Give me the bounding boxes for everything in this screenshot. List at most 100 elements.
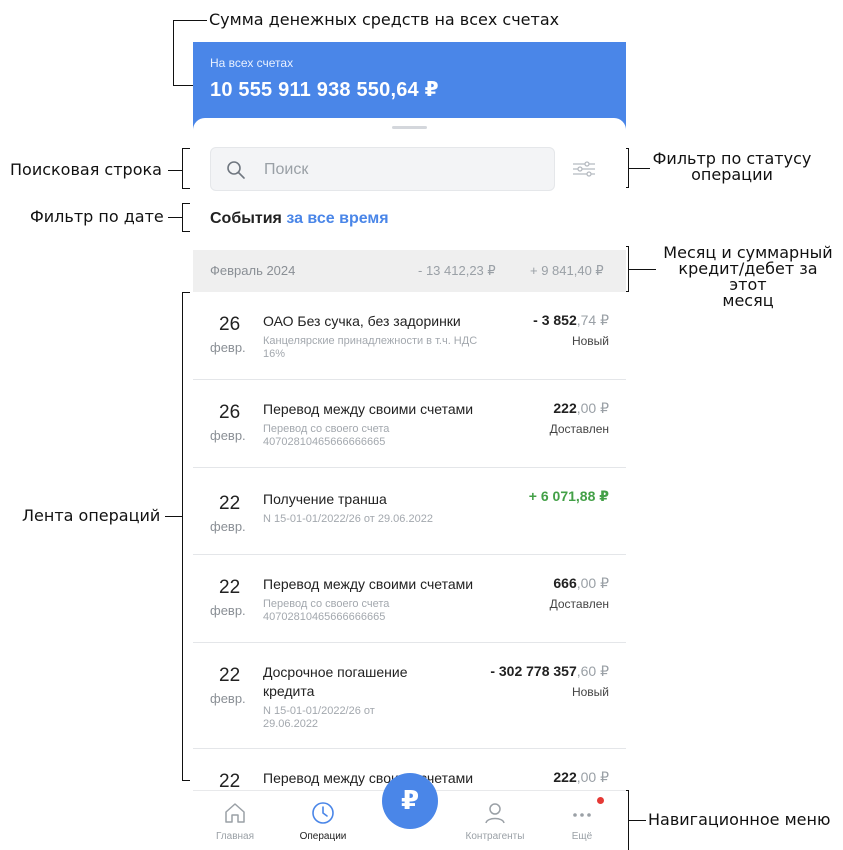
amount-integer: 666 xyxy=(553,575,577,591)
operation-description-line: 40702810465666666665 xyxy=(263,436,386,448)
operation-month: февр. xyxy=(210,519,246,534)
amount-integer: 222 xyxy=(553,400,577,416)
operation-day: 26 xyxy=(219,402,241,423)
operation-amount: 666,00 ₽ xyxy=(553,575,609,592)
operation-day: 22 xyxy=(219,493,241,514)
amount-fraction: ,00 ₽ xyxy=(576,400,609,416)
operation-month: февр. xyxy=(210,603,246,618)
notification-badge xyxy=(597,797,604,804)
operation-row[interactable]: 22 февр. Получение транша N 15-01-01/202… xyxy=(193,468,626,555)
nav-item-operations[interactable]: Операции xyxy=(283,791,363,850)
filter-sliders-icon[interactable] xyxy=(571,158,597,180)
annotation-month-summary-line2: кредит/дебет за этот xyxy=(678,259,818,294)
events-date-filter: События за все время xyxy=(210,210,389,228)
nav-label-more: Ещё xyxy=(571,831,593,842)
annotation-line xyxy=(182,188,190,189)
annotation-line xyxy=(182,148,190,149)
phone-screen: На всех счетах 10 555 911 938 550,64 ₽ П… xyxy=(193,42,626,850)
operation-title-line2: кредита xyxy=(263,683,315,699)
nav-item-contractors[interactable]: Контрагенты xyxy=(455,791,535,850)
operation-title: Досрочное погашение xyxy=(263,664,408,680)
home-icon xyxy=(225,803,245,823)
month-credit-total: + 9 841,40 ₽ xyxy=(530,263,604,278)
annotation-line xyxy=(182,148,183,189)
annotation-line xyxy=(182,203,183,232)
annotation-date-filter: Фильтр по дате xyxy=(30,207,164,226)
operation-description-line: Перевод со своего счета xyxy=(263,598,390,610)
amount-integer: - 3 852 xyxy=(533,312,577,328)
operations-sheet: Поиск События за все время Февраль 2024 … xyxy=(193,118,626,850)
operation-description-line: N 15-01-01/2022/26 от xyxy=(263,705,375,717)
annotation-line xyxy=(168,170,182,171)
amount-integer: - 302 778 357 xyxy=(490,663,577,679)
annotation-month-summary: Месяц и суммарный кредит/дебет за этот м… xyxy=(658,245,838,309)
total-balance-amount: 10 555 911 938 550,64 ₽ xyxy=(210,79,439,101)
annotation-line xyxy=(173,20,174,85)
amount-integer: 222 xyxy=(553,769,577,785)
operation-row[interactable]: 26 февр. Перевод между своими счетами Пе… xyxy=(193,380,626,468)
nav-label-contractors: Контрагенты xyxy=(465,831,525,842)
operation-description-line: 16% xyxy=(263,348,286,360)
operation-amount: + 6 071,88 ₽ xyxy=(528,488,609,504)
annotation-line xyxy=(182,292,183,780)
events-label: События xyxy=(210,210,282,227)
annotation-line xyxy=(173,20,207,21)
annotation-nav-menu: Навигационное меню xyxy=(648,810,831,829)
annotation-total-sum: Сумма денежных средств на всех счетах xyxy=(209,10,560,29)
clock-icon xyxy=(312,802,334,824)
operation-status: Доставлен xyxy=(549,422,609,436)
operation-status: Новый xyxy=(571,334,609,348)
amount-fraction: ,60 ₽ xyxy=(576,663,609,679)
operation-day: 22 xyxy=(219,577,241,598)
nav-item-more[interactable]: Ещё xyxy=(542,791,622,850)
operation-day: 26 xyxy=(219,314,241,335)
date-period-link[interactable]: за все время xyxy=(286,210,388,227)
operation-title: Перевод между своими счетами xyxy=(263,576,474,592)
amount-fraction: ,74 ₽ xyxy=(576,312,609,328)
annotation-line xyxy=(628,820,646,821)
operation-title: Получение транша xyxy=(263,491,387,507)
operation-description-line: 40702810465666666665 xyxy=(263,611,386,623)
operation-amount: 222,00 ₽ xyxy=(553,400,609,417)
operation-description-line: Канцелярские принадлежности в т.ч. НДС xyxy=(263,335,478,347)
operation-amount: - 302 778 357,60 ₽ xyxy=(490,663,609,680)
operation-amount: 222,00 ₽ xyxy=(553,769,609,786)
total-balance-label: На всех счетах xyxy=(210,56,294,70)
search-input[interactable]: Поиск xyxy=(210,147,555,191)
operation-month: февр. xyxy=(210,340,246,355)
annotation-month-summary-line3: месяц xyxy=(722,291,774,310)
operation-month: февр. xyxy=(210,428,246,443)
annotation-line xyxy=(168,217,182,218)
operation-description-line: N 15-01-01/2022/26 от 29.06.2022 xyxy=(263,513,433,525)
operation-description-line: 29.06.2022 xyxy=(263,718,319,730)
annotation-line xyxy=(182,292,190,293)
operation-row[interactable]: 26 февр. ОАО Без сучка, без задоринки Ка… xyxy=(193,292,626,380)
amount-fraction: ,00 ₽ xyxy=(576,769,609,785)
operation-title: Перевод между своими счетами xyxy=(263,401,474,417)
annotation-line xyxy=(628,168,650,169)
operation-row[interactable]: 22 февр. Перевод между своими счетами Пе… xyxy=(193,555,626,643)
payments-fab-button[interactable]: ₽ xyxy=(382,773,438,829)
operation-status: Доставлен xyxy=(549,597,609,611)
annotation-feed: Лента операций xyxy=(22,506,161,525)
search-placeholder: Поиск xyxy=(264,161,309,178)
operation-description-line: Перевод со своего счета xyxy=(263,423,390,435)
operation-status: Новый xyxy=(571,685,609,699)
operation-month: февр. xyxy=(210,691,246,706)
person-icon xyxy=(485,803,505,824)
operation-row[interactable]: 22 февр. Досрочное погашение кредита N 1… xyxy=(193,643,626,749)
annotation-line xyxy=(182,780,190,781)
more-dots-icon xyxy=(573,813,591,817)
sheet-drag-handle[interactable] xyxy=(392,126,427,129)
annotation-line xyxy=(182,203,190,204)
month-debit-total: - 13 412,23 ₽ xyxy=(418,263,496,278)
annotation-line xyxy=(182,231,190,232)
nav-item-home[interactable]: Главная xyxy=(195,791,275,850)
nav-label-home: Главная xyxy=(215,831,255,842)
annotation-search-bar: Поисковая строка xyxy=(10,160,162,179)
annotation-line xyxy=(165,516,182,517)
ruble-icon: ₽ xyxy=(400,785,420,815)
operation-amount: - 3 852,74 ₽ xyxy=(533,312,609,329)
annotation-status-filter-line2: операции xyxy=(691,165,773,184)
month-summary: Февраль 2024 - 13 412,23 ₽ + 9 841,40 ₽ xyxy=(193,250,626,292)
